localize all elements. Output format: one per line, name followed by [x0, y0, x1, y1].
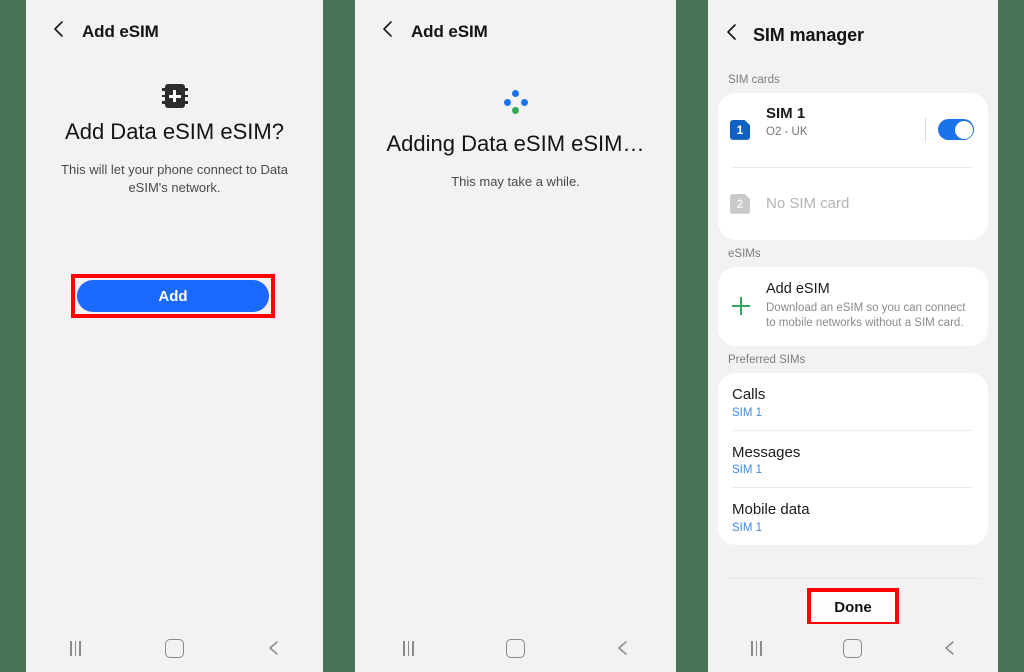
page-title: SIM manager — [753, 25, 864, 45]
recents-icon[interactable] — [389, 632, 429, 664]
sim-row-empty-slot: 2 No SIM card — [718, 168, 988, 240]
preferred-row-calls[interactable]: Calls SIM 1 — [718, 373, 988, 430]
sim-slot-badge: 1 — [730, 119, 750, 140]
sim-slot-badge: 2 — [730, 193, 750, 214]
preferred-title: Calls — [732, 386, 766, 404]
dialog-body: Adding Data eSIM eSIM… This may take a w… — [355, 62, 676, 191]
phone-screen-add-esim-progress: Add eSIM Adding Data eSIM eSIM… This may… — [355, 0, 676, 672]
add-esim-texts: Add eSIM Download an eSIM so you can con… — [766, 280, 972, 333]
done-button[interactable]: Done — [811, 592, 895, 622]
dialog-title: Add Data eSIM eSIM? — [65, 119, 284, 144]
dialog-title: Adding Data eSIM eSIM… — [386, 131, 645, 156]
home-icon[interactable] — [155, 632, 195, 664]
done-button-area: Done — [708, 578, 998, 630]
preferred-sims-card: Calls SIM 1 Messages SIM 1 Mobile data S… — [718, 373, 988, 545]
divider — [726, 578, 980, 579]
system-nav-bar — [355, 624, 676, 672]
screenshot-root: Add eSIM Add Data eSIM eSIM? This will l… — [0, 0, 1024, 672]
add-button[interactable]: Add — [77, 280, 269, 312]
phone-screen-sim-manager: SIM manager SIM cards 1 SIM 1 O2 - UK 2 … — [708, 0, 998, 672]
recents-icon[interactable] — [736, 632, 776, 664]
sim-carrier: O2 - UK — [766, 125, 808, 138]
back-chevron-icon[interactable] — [603, 632, 643, 664]
app-bar: SIM manager — [708, 0, 998, 66]
plus-icon — [730, 295, 752, 317]
preferred-row-messages[interactable]: Messages SIM 1 — [718, 431, 988, 488]
sim-name: SIM 1 — [766, 105, 806, 122]
sim-row-texts: No SIM card — [766, 195, 974, 212]
preferred-title: Mobile data — [732, 501, 810, 519]
redacted-phone-number — [766, 140, 931, 155]
back-chevron-icon[interactable] — [930, 632, 970, 664]
add-esim-row[interactable]: Add eSIM Download an eSIM so you can con… — [718, 267, 988, 347]
no-sim-card-label: No SIM card — [766, 195, 850, 213]
sim-row-texts: SIM 1 O2 - UK — [766, 105, 931, 155]
add-esim-description: Download an eSIM so you can connect to m… — [766, 301, 966, 330]
sim-manager-content: SIM cards 1 SIM 1 O2 - UK 2 No SIM card … — [708, 66, 998, 545]
back-chevron-icon[interactable] — [50, 20, 68, 38]
section-label-preferred-sims: Preferred SIMs — [728, 354, 806, 367]
add-esim-title: Add eSIM — [766, 280, 830, 297]
sim1-toggle[interactable] — [938, 119, 974, 141]
page-title: Add eSIM — [411, 22, 488, 41]
back-chevron-icon[interactable] — [722, 22, 740, 40]
add-button-highlight: Add — [71, 274, 275, 318]
back-chevron-icon[interactable] — [379, 20, 397, 38]
preferred-value: SIM 1 — [732, 406, 763, 419]
system-nav-bar — [708, 624, 998, 672]
section-label-esims: eSIMs — [728, 247, 761, 260]
divider — [925, 117, 926, 142]
page-title: Add eSIM — [82, 22, 159, 41]
preferred-title: Messages — [732, 443, 801, 461]
system-nav-bar — [26, 624, 323, 672]
dialog-subtitle: This will let your phone connect to Data… — [61, 161, 288, 196]
sim-row-sim1[interactable]: 1 SIM 1 O2 - UK — [718, 93, 988, 167]
preferred-row-mobile-data[interactable]: Mobile data SIM 1 — [718, 488, 988, 545]
recents-icon[interactable] — [56, 632, 96, 664]
phone-screen-add-esim-confirm: Add eSIM Add Data eSIM eSIM? This will l… — [26, 0, 323, 672]
preferred-value: SIM 1 — [732, 521, 763, 534]
dialog-subtitle: This may take a while. — [451, 173, 580, 189]
loading-dots-spinner-icon — [502, 90, 530, 116]
done-button-highlight: Done — [807, 588, 899, 626]
sim-chip-plus-icon — [161, 84, 188, 108]
sim-toggle-area — [925, 117, 974, 142]
home-icon[interactable] — [496, 632, 536, 664]
app-bar: Add eSIM — [355, 0, 676, 62]
back-chevron-icon[interactable] — [254, 632, 294, 664]
app-bar: Add eSIM — [26, 0, 323, 62]
preferred-value: SIM 1 — [732, 464, 763, 477]
section-label-sim-cards: SIM cards — [728, 74, 780, 86]
dialog-body: Add Data eSIM eSIM? This will let your p… — [26, 62, 323, 198]
sim-cards-card: 1 SIM 1 O2 - UK 2 No SIM card — [718, 93, 988, 240]
esims-card: Add eSIM Download an eSIM so you can con… — [718, 266, 988, 347]
home-icon[interactable] — [833, 632, 873, 664]
